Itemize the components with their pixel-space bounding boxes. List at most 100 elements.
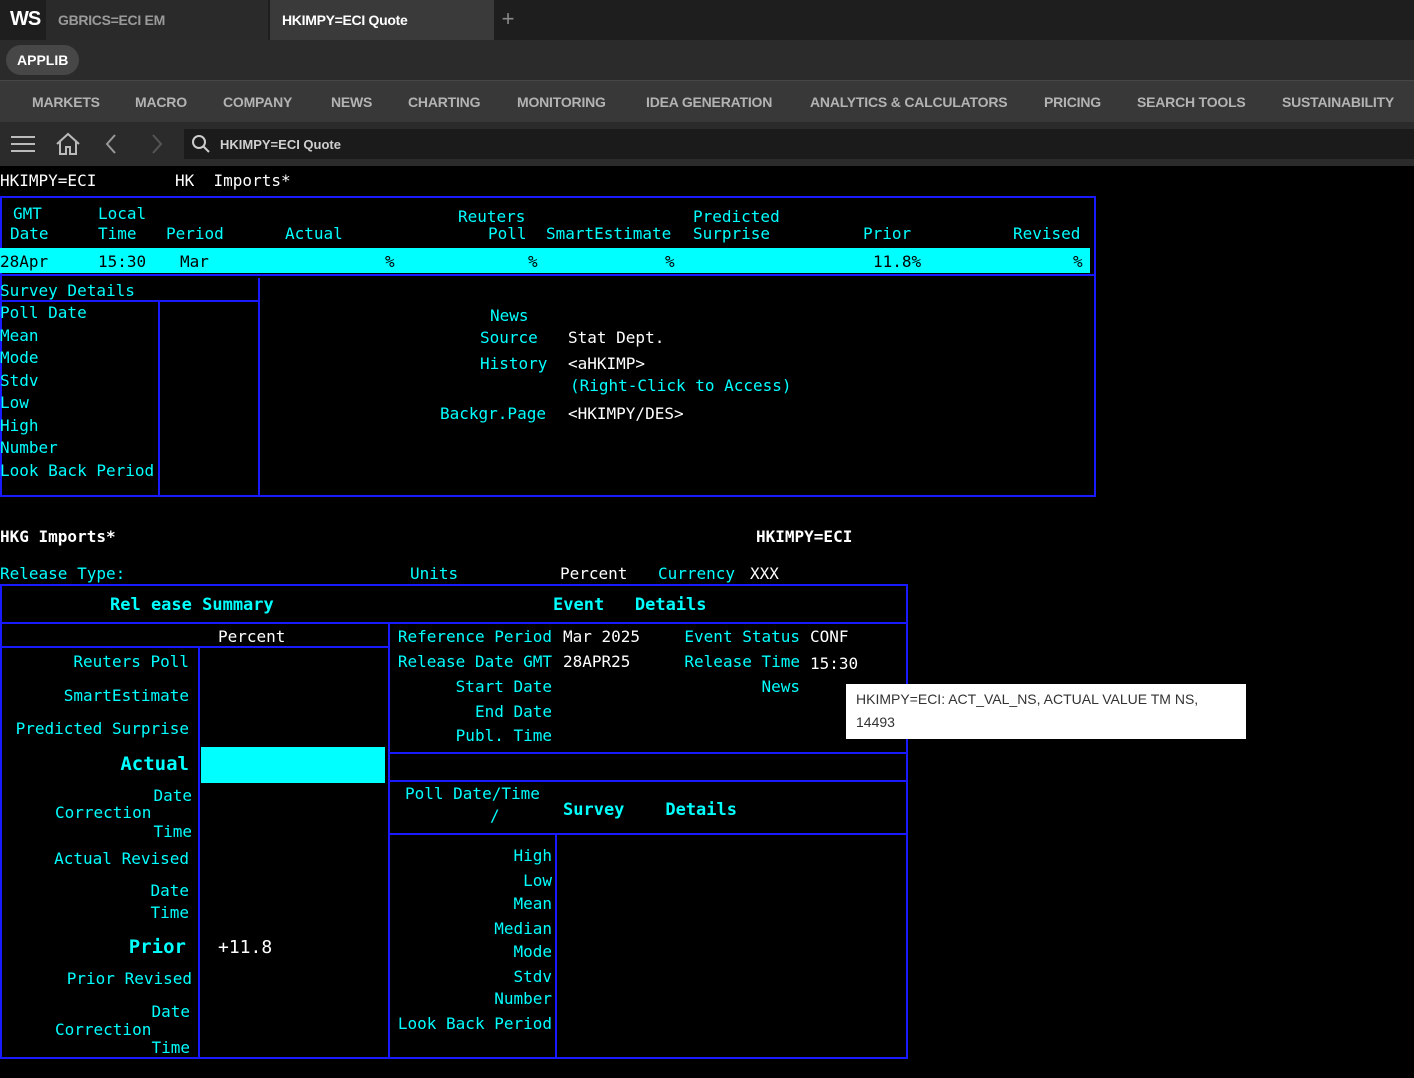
- currency-value: XXX: [750, 564, 779, 583]
- release-summary-title: Rel ease Summary: [110, 595, 274, 615]
- row-actual: %: [385, 252, 395, 271]
- info-history-link[interactable]: <aHKIMP>: [568, 354, 645, 373]
- survey-label-mode: Mode: [0, 348, 39, 367]
- header-surprise: Surprise: [693, 224, 771, 243]
- survey2-label-look-back: Look Back Period: [397, 1014, 552, 1033]
- survey-label-look-back: Look Back Period: [0, 461, 155, 480]
- divider: [198, 648, 200, 1058]
- quote-title: HK Imports*: [175, 171, 291, 190]
- percent-header: Percent: [218, 627, 286, 646]
- header-date: Date: [10, 224, 49, 243]
- prior-value: +11.8: [218, 937, 273, 958]
- survey-label-high: High: [0, 416, 39, 435]
- menu-sustainability[interactable]: SUSTAINABILITY: [1282, 81, 1394, 123]
- main-menu: MARKETS MACRO COMPANY NEWS CHARTING MONI…: [0, 80, 1414, 122]
- units-label: Units: [410, 564, 459, 583]
- search-box: [184, 129, 1414, 159]
- info-backgr-label: Backgr.Page: [440, 404, 546, 423]
- event-publ-time-label: Publ. Time: [455, 726, 552, 745]
- divider: [158, 300, 160, 495]
- tooltip-line-2: 14493: [856, 714, 895, 730]
- quote-data-row[interactable]: [0, 248, 1090, 273]
- divider: [0, 274, 1094, 276]
- event-status-label: Event Status: [684, 627, 800, 646]
- label-prior: Prior: [128, 936, 186, 958]
- app-logo: WS: [10, 8, 41, 30]
- survey-label-poll-date: Poll Date: [0, 303, 87, 322]
- currency-label: Currency: [658, 564, 736, 583]
- home-icon[interactable]: [46, 122, 90, 166]
- info-source-label: Source: [480, 328, 538, 347]
- header-local: Local: [98, 204, 147, 223]
- event-ref-period-value: Mar 2025: [563, 627, 641, 646]
- event-end-date-label: End Date: [474, 702, 552, 721]
- label-smartestimate: SmartEstimate: [63, 686, 189, 705]
- divider: [0, 300, 260, 302]
- menu-analytics[interactable]: ANALYTICS & CALCULATORS: [810, 81, 1008, 123]
- header-period: Period: [166, 224, 224, 243]
- tooltip-line-1: HKIMPY=ECI: ACT_VAL_NS, ACTUAL VALUE TM …: [856, 691, 1199, 707]
- label-revised-time: Time: [150, 903, 189, 922]
- menu-news[interactable]: NEWS: [331, 81, 372, 123]
- header-actual: Actual: [285, 224, 343, 243]
- forward-arrow-icon[interactable]: [142, 122, 172, 166]
- survey2-label-median: Median: [494, 919, 552, 938]
- menu-pricing[interactable]: PRICING: [1044, 81, 1101, 123]
- event-release-time-value: 15:30: [810, 654, 859, 673]
- event-release-date-value: 28APR25: [563, 652, 631, 671]
- label-prior-correction-time: Time: [151, 1038, 190, 1057]
- info-history-label: History: [480, 354, 548, 373]
- survey2-label-stdv: Stdv: [513, 967, 552, 986]
- row-smartestimate: %: [665, 252, 675, 271]
- tab-gbrics[interactable]: GBRICS=ECI EM: [46, 0, 268, 40]
- divider: [388, 780, 908, 782]
- divider: [258, 278, 260, 495]
- actual-value-cell[interactable]: [201, 747, 385, 783]
- menu-company[interactable]: COMPANY: [223, 81, 292, 123]
- label-actual: Actual: [120, 753, 189, 775]
- menu-search-tools[interactable]: SEARCH TOOLS: [1137, 81, 1246, 123]
- event-release-date-label: Release Date GMT: [397, 652, 552, 671]
- label-correction-date: Date: [153, 786, 192, 805]
- divider: [0, 646, 390, 648]
- divider: [555, 835, 557, 1058]
- menu-charting[interactable]: CHARTING: [408, 81, 480, 123]
- divider: [0, 622, 906, 624]
- survey-label-number: Number: [0, 438, 58, 457]
- label-revised-date: Date: [150, 881, 189, 900]
- info-backgr-link[interactable]: <HKIMPY/DES>: [568, 404, 684, 423]
- event-ref-period-label: Reference Period: [397, 627, 552, 646]
- label-predicted-surprise: Predicted Surprise: [15, 719, 189, 738]
- event-details-title: Event Details: [553, 595, 707, 615]
- search-input[interactable]: [220, 129, 1320, 159]
- header-poll: Poll: [488, 224, 527, 243]
- survey-label-mean: Mean: [0, 326, 39, 345]
- new-tab-plus-icon[interactable]: +: [494, 0, 522, 40]
- detail-title: HKG Imports*: [0, 527, 116, 546]
- event-start-date-label: Start Date: [455, 677, 552, 696]
- header-prior: Prior: [863, 224, 912, 243]
- survey-details-title: Survey Details: [0, 281, 135, 300]
- tab-hkimpy-quote[interactable]: HKIMPY=ECI Quote: [270, 0, 494, 40]
- survey-label-stdv: Stdv: [0, 371, 39, 390]
- tab-bar: WS GBRICS=ECI EM HKIMPY=ECI Quote +: [0, 0, 1414, 40]
- header-time: Time: [98, 224, 137, 243]
- survey-details-header: Survey Details: [563, 800, 737, 820]
- menu-macro[interactable]: MACRO: [135, 81, 187, 123]
- row-revised: %: [1073, 252, 1083, 271]
- survey-label-low: Low: [0, 393, 29, 412]
- label-correction: Correction: [55, 803, 152, 822]
- applib-button[interactable]: APPLIB: [6, 45, 80, 75]
- label-prior-correction-date: Date: [151, 1002, 190, 1021]
- survey2-label-low: Low: [523, 871, 552, 890]
- menu-markets[interactable]: MARKETS: [32, 81, 100, 123]
- quote-ric: HKIMPY=ECI: [0, 171, 97, 190]
- back-arrow-icon[interactable]: [96, 122, 126, 166]
- menu-monitoring[interactable]: MONITORING: [517, 81, 606, 123]
- survey2-label-high: High: [513, 846, 552, 865]
- info-source-value: Stat Dept.: [568, 328, 665, 347]
- poll-slash: /: [490, 806, 500, 825]
- menu-idea-generation[interactable]: IDEA GENERATION: [646, 81, 772, 123]
- hamburger-menu-icon[interactable]: [0, 122, 46, 166]
- search-icon: [192, 135, 210, 153]
